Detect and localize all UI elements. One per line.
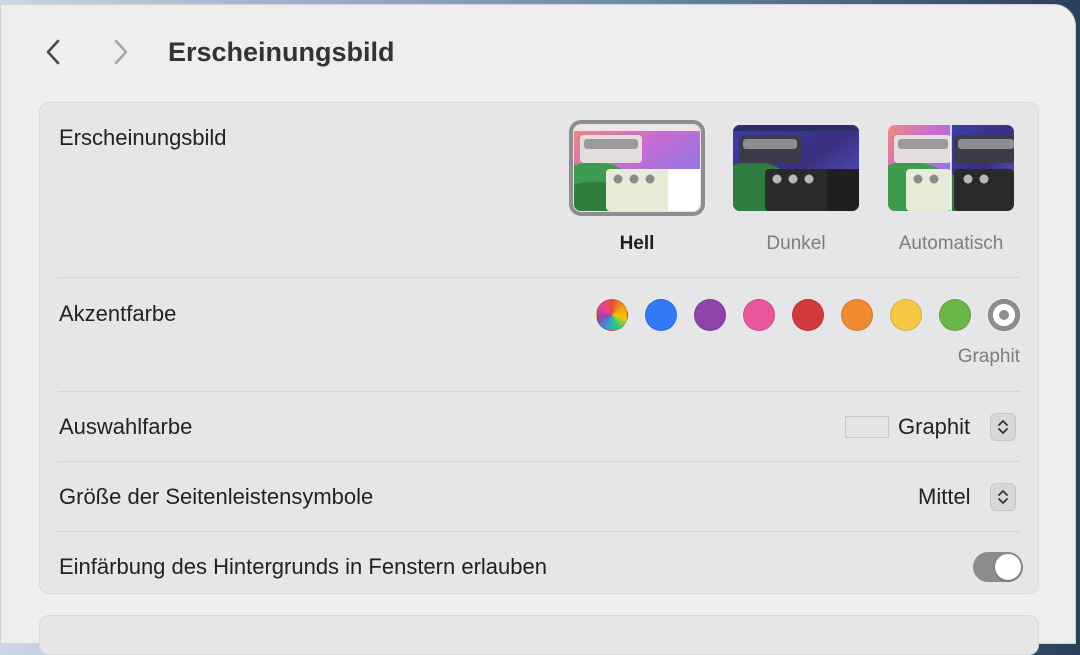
selected-indicator-icon [999, 310, 1009, 320]
appearance-label: Erscheinungsbild [59, 125, 227, 150]
back-button[interactable] [37, 33, 69, 71]
accent-selected-caption: Graphit [957, 346, 1020, 367]
selection-color-value[interactable]: Graphit [898, 414, 970, 440]
forward-button[interactable] [105, 33, 137, 71]
selection-color-label: Auswahlfarbe [59, 414, 193, 439]
up-down-chevron-icon [998, 490, 1008, 504]
accent-blue-swatch[interactable] [645, 299, 677, 331]
divider [58, 461, 1020, 462]
toolbar: Erscheinungsbild [1, 5, 1075, 97]
wallpaper-tinting-label: Einfärbung des Hintergrunds in Fenstern … [59, 554, 547, 579]
auto-preview-image [888, 125, 1014, 211]
accent-graphite-swatch[interactable] [988, 299, 1020, 331]
selection-color-popup-button[interactable] [990, 413, 1016, 441]
settings-window: Erscheinungsbild Erscheinungsbild Hell D… [0, 4, 1076, 655]
accent-pink-swatch[interactable] [743, 299, 775, 331]
sidebar-icon-size-popup-button[interactable] [990, 483, 1016, 511]
selection-color-swatch [845, 416, 889, 438]
chevron-right-icon [114, 39, 128, 65]
toggle-knob [995, 554, 1021, 580]
chevron-left-icon [46, 39, 60, 65]
divider [58, 391, 1020, 392]
appearance-auto-thumbnail[interactable] [888, 125, 1014, 211]
appearance-dark-thumbnail[interactable] [733, 125, 859, 211]
page-title: Erscheinungsbild [168, 37, 395, 67]
divider [58, 277, 1020, 278]
accent-yellow-swatch[interactable] [890, 299, 922, 331]
dark-preview-image [733, 125, 859, 211]
sidebar-icon-size-label: Größe der Seitenleistensymbole [59, 484, 374, 509]
up-down-chevron-icon [998, 420, 1008, 434]
divider [58, 531, 1020, 532]
wallpaper-tinting-toggle[interactable] [973, 552, 1023, 582]
accent-orange-swatch[interactable] [841, 299, 873, 331]
light-preview-image [574, 125, 700, 211]
appearance-light-label: Hell [619, 233, 655, 254]
settings-panel: Erscheinungsbild Hell Dunkel Automatisch… [39, 102, 1039, 594]
accent-red-swatch[interactable] [792, 299, 824, 331]
appearance-auto-label: Automatisch [898, 233, 1004, 254]
sidebar-icon-size-value[interactable]: Mittel [918, 484, 971, 510]
accent-purple-swatch[interactable] [694, 299, 726, 331]
appearance-light-thumbnail[interactable] [569, 120, 705, 216]
next-settings-panel [39, 615, 1039, 655]
appearance-dark-label: Dunkel [766, 233, 826, 254]
accent-color-label: Akzentfarbe [59, 301, 177, 326]
accent-multicolor-swatch[interactable] [596, 299, 628, 331]
accent-green-swatch[interactable] [939, 299, 971, 331]
